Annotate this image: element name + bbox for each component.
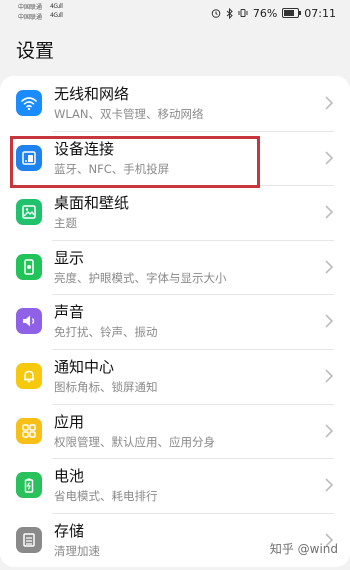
settings-item-battery[interactable]: 电池 省电模式、耗电排行 <box>0 458 350 513</box>
page-title: 设置 <box>16 40 55 62</box>
battery-fill <box>284 10 295 16</box>
settings-item-device-connection[interactable]: 设备连接 蓝牙、NFC、手机投屏 <box>0 130 350 186</box>
chevron-right-icon <box>325 423 334 438</box>
settings-item-title: 显示 <box>54 248 85 267</box>
chevron-right-icon <box>325 478 334 492</box>
settings-item-title: 通知中心 <box>54 357 115 376</box>
settings-item-display[interactable]: 显示 亮度、护眼模式、字体与显示大小 <box>0 239 350 295</box>
apps-icon <box>16 417 42 444</box>
chevron-right-icon <box>325 151 334 165</box>
chevron-right-icon <box>325 205 334 219</box>
settings-item-title: 电池 <box>54 467 85 486</box>
settings-list: 无线和网络 WLAN、双卡管理、移动网络 设备连接 蓝牙、NFC、手机投屏 桌面… <box>0 76 350 568</box>
chevron-right-icon <box>325 314 334 328</box>
settings-item-apps[interactable]: 应用 权限管理、默认应用、应用分身 <box>0 403 350 459</box>
settings-item-title: 应用 <box>54 412 85 431</box>
wallpaper-icon <box>16 199 42 226</box>
battery-percent: 76% <box>252 6 278 20</box>
alarm-icon <box>211 9 221 18</box>
carrier-1-label: 中国联通 <box>18 4 43 11</box>
settings-item-title: 声音 <box>54 303 85 322</box>
settings-item-subtitle: 主题 <box>54 216 77 231</box>
bluetooth-icon <box>226 7 233 19</box>
clock: 07:11 <box>304 6 336 20</box>
settings-item-title: 无线和网络 <box>54 85 130 103</box>
settings-item-desktop-wallpaper[interactable]: 桌面和壁纸 主题 <box>0 185 350 240</box>
bell-icon <box>16 362 42 389</box>
settings-item-notification-center[interactable]: 通知中心 图标角标、锁屏通知 <box>0 348 350 404</box>
settings-item-subtitle: 图标角标、锁屏通知 <box>54 379 158 394</box>
status-icons: 76% 07:11 <box>211 6 336 20</box>
settings-item-title: 桌面和壁纸 <box>54 194 130 213</box>
battery-setting-icon <box>16 472 42 499</box>
display-icon <box>16 253 42 280</box>
chevron-right-icon <box>325 260 334 274</box>
settings-item-sound[interactable]: 声音 免打扰、铃声、振动 <box>0 294 350 349</box>
signal-2-icon: 4G.ıll <box>50 12 63 19</box>
signal-1-icon: 4G.ıll <box>50 3 63 10</box>
settings-item-subtitle: 亮度、护眼模式、字体与显示大小 <box>54 270 227 285</box>
carrier-2-label: 中国联通 <box>18 14 43 21</box>
storage-icon <box>16 526 42 553</box>
settings-item-subtitle: 省电模式、耗电排行 <box>54 489 158 504</box>
wifi-icon <box>16 90 42 116</box>
settings-item-wireless-network[interactable]: 无线和网络 WLAN、双卡管理、移动网络 <box>0 76 350 131</box>
device-connection-icon <box>16 144 42 171</box>
settings-item-title: 设备连接 <box>54 139 115 158</box>
settings-item-subtitle: WLAN、双卡管理、移动网络 <box>54 107 204 121</box>
chevron-right-icon <box>325 369 334 383</box>
settings-item-subtitle: 权限管理、默认应用、应用分身 <box>54 434 215 449</box>
watermark: 知乎 @wind <box>269 542 338 556</box>
status-bar: 中国联通 中国联通 4G.ıll 4G.ıll 76% 07:11 <box>0 0 350 26</box>
settings-item-subtitle: 免打扰、铃声、振动 <box>54 325 158 340</box>
chevron-right-icon <box>325 96 334 110</box>
sound-icon <box>16 308 42 335</box>
vibrate-icon <box>238 9 248 17</box>
settings-item-title: 存储 <box>54 521 85 540</box>
battery-icon <box>282 8 302 18</box>
settings-item-subtitle: 蓝牙、NFC、手机投屏 <box>54 161 170 176</box>
